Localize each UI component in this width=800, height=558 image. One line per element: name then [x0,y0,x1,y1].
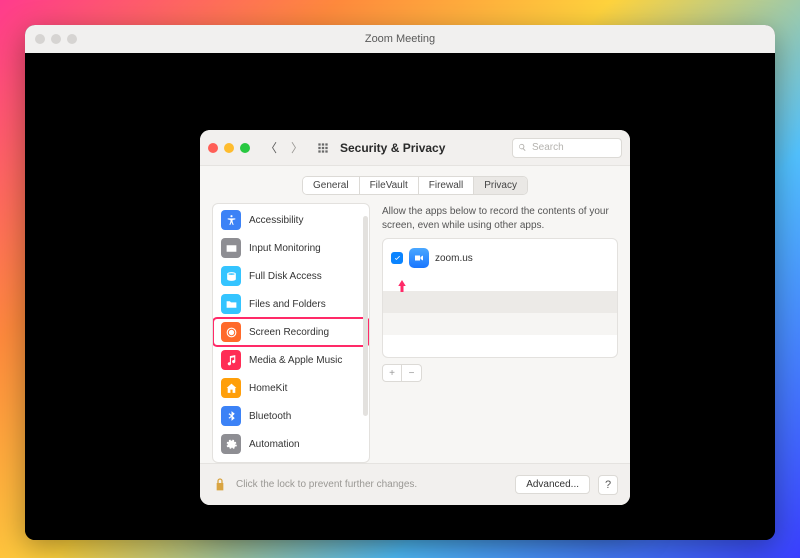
sidebar-item-label: Bluetooth [249,411,291,422]
app-checkbox[interactable] [391,252,403,264]
sidebar-item-label: Input Monitoring [249,243,321,254]
home-icon [221,378,241,398]
sidebar-item-label: Automation [249,439,300,450]
tab-firewall[interactable]: Firewall [419,177,474,194]
sidebar-item-label: HomeKit [249,383,287,394]
record-icon [221,322,241,342]
sidebar-item-media-apple-music[interactable]: Media & Apple Music [213,346,369,374]
sidebar-item-label: Files and Folders [249,299,326,310]
sidebar-item-files-and-folders[interactable]: Files and Folders [213,290,369,318]
sidebar-item-label: Full Disk Access [249,271,322,282]
accessibility-icon [221,210,241,230]
search-field[interactable] [512,138,622,158]
zoom-titlebar: Zoom Meeting [25,25,775,53]
fullscreen-button[interactable] [240,143,250,153]
music-icon [221,350,241,370]
close-button[interactable] [208,143,218,153]
annotation-arrow [393,273,411,304]
forward-button: 〉 [288,139,306,157]
system-preferences-window: 〈 〉 Security & Privacy GeneralFileVaultF… [200,130,630,505]
add-app-button[interactable]: + [382,364,402,382]
sidebar-item-homekit[interactable]: HomeKit [213,374,369,402]
disk-icon [221,266,241,286]
folder-icon [221,294,241,314]
lock-icon[interactable] [212,477,228,493]
app-row[interactable]: zoom.us [389,245,611,271]
permission-description: Allow the apps below to record the conte… [382,203,618,238]
sidebar-scrollbar[interactable] [362,206,368,460]
sidebar-item-label: Media & Apple Music [249,355,342,366]
tab-bar: GeneralFileVaultFirewallPrivacy [200,166,630,203]
bluetooth-icon [221,406,241,426]
sidebar-item-label: Accessibility [249,215,303,226]
sidebar-item-input-monitoring[interactable]: Input Monitoring [213,234,369,262]
footer: Click the lock to prevent further change… [200,463,630,505]
sidebar-item-automation[interactable]: Automation [213,430,369,458]
tab-general[interactable]: General [303,177,360,194]
prefs-traffic-lights [208,143,250,153]
sidebar-item-label: Screen Recording [249,327,329,338]
grid-icon [316,141,330,155]
add-remove-controls: + − [382,364,618,382]
help-button[interactable]: ? [598,475,618,495]
minimize-button[interactable] [224,143,234,153]
search-icon [517,142,528,153]
sidebar-item-screen-recording[interactable]: Screen Recording [213,318,369,346]
sidebar-item-full-disk-access[interactable]: Full Disk Access [213,262,369,290]
detail-pane: Allow the apps below to record the conte… [382,203,618,463]
privacy-category-list[interactable]: Accessibility Input Monitoring Full Disk A… [212,203,370,463]
tab-filevault[interactable]: FileVault [360,177,419,194]
allowed-apps-list: zoom.us [382,238,618,358]
lock-text: Click the lock to prevent further change… [236,479,417,490]
sidebar-item-bluetooth[interactable]: Bluetooth [213,402,369,430]
zoom-window-title: Zoom Meeting [25,33,775,45]
remove-app-button: − [402,364,422,382]
app-name: zoom.us [435,253,473,264]
show-all-button[interactable] [314,139,332,157]
gear-icon [221,434,241,454]
prefs-titlebar: 〈 〉 Security & Privacy [200,130,630,166]
search-input[interactable] [532,142,617,153]
sidebar-item-accessibility[interactable]: Accessibility [213,206,369,234]
advanced-button[interactable]: Advanced... [515,475,590,494]
zoom-app-icon [409,248,429,268]
back-button[interactable]: 〈 [262,139,280,157]
keyboard-icon [221,238,241,258]
tab-privacy[interactable]: Privacy [474,177,527,194]
window-title: Security & Privacy [340,141,445,155]
